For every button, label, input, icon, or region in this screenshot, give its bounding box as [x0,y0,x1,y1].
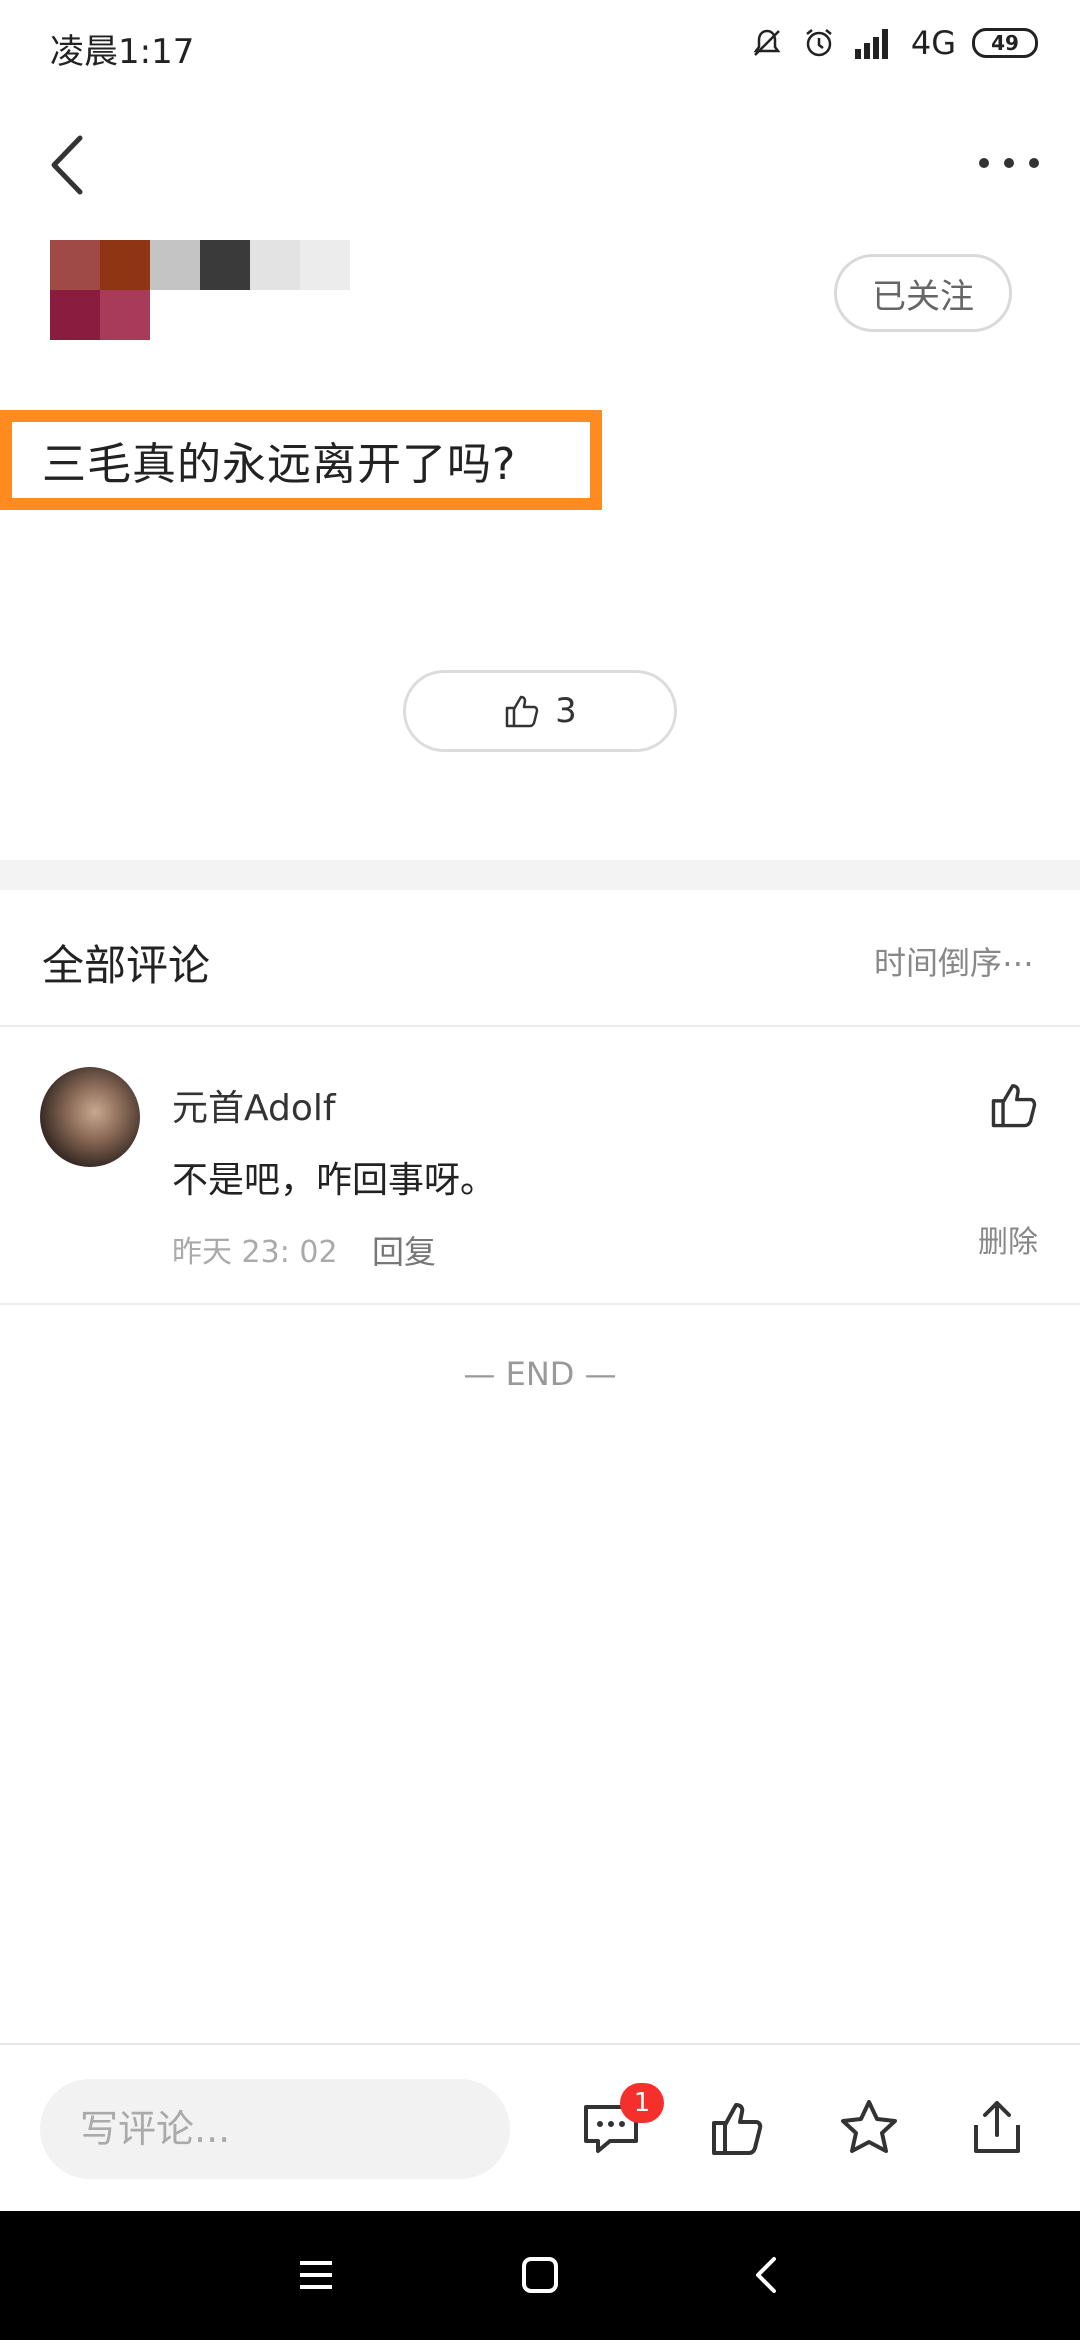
comment-time: 昨天 23: 02 [172,1235,338,1270]
comment-input[interactable] [40,2079,510,2179]
end-marker: — END — [463,1355,617,1393]
battery-icon: 49 [972,28,1038,58]
status-bar: 凌晨1:17 4G 49 [0,0,1080,96]
comments-title: 全部评论 [42,941,211,990]
comment-count-badge: 1 [620,2083,664,2123]
status-time: 凌晨1:17 [50,32,195,72]
section-divider [0,860,1080,890]
system-nav-bar [0,2211,1080,2340]
home-icon[interactable] [512,2247,568,2303]
bottom-action-bar: 1 [0,2043,1080,2211]
reply-button[interactable]: 回复 [372,1227,436,1273]
battery-level: 49 [991,31,1019,55]
comment-text: 不是吧，咋回事呀。 [172,1160,497,1201]
commenter-name[interactable]: 元首Adolf [172,1079,336,1131]
top-nav [0,120,1080,210]
more-options-icon[interactable] [974,148,1044,178]
follow-button[interactable]: 已关注 [834,254,1012,332]
like-count: 3 [555,691,577,731]
menu-icon[interactable] [288,2247,344,2303]
status-icons: 4G 49 [749,24,1038,62]
thumbs-up-icon[interactable] [708,2097,770,2159]
delete-button[interactable]: 删除 [978,1217,1038,1261]
author-row: 已关注 [0,230,1080,350]
comment-item: 元首Adolf 不是吧，咋回事呀。 昨天 23: 02 回复 删除 [0,1027,1080,1305]
comments-header: 全部评论 时间倒序⋯ [0,890,1080,1027]
comment-like-icon[interactable] [988,1079,1040,1131]
network-type: 4G [910,24,956,62]
mute-icon [753,29,781,56]
back-icon[interactable] [740,2247,796,2303]
alarm-icon [806,29,832,57]
author-avatar-mosaic[interactable] [50,240,350,340]
share-icon[interactable] [966,2097,1028,2159]
post-title: 三毛真的永远离开了吗? [42,439,517,490]
post-like-button[interactable]: 3 [403,670,677,752]
post-title-highlight: 三毛真的永远离开了吗? [0,410,602,510]
star-icon[interactable] [838,2097,900,2159]
signal-icon [854,29,888,59]
sort-order-button[interactable]: 时间倒序⋯ [874,938,1034,984]
commenter-avatar[interactable] [40,1067,140,1167]
thumbs-up-icon [505,695,539,728]
back-arrow-icon[interactable] [40,130,100,200]
